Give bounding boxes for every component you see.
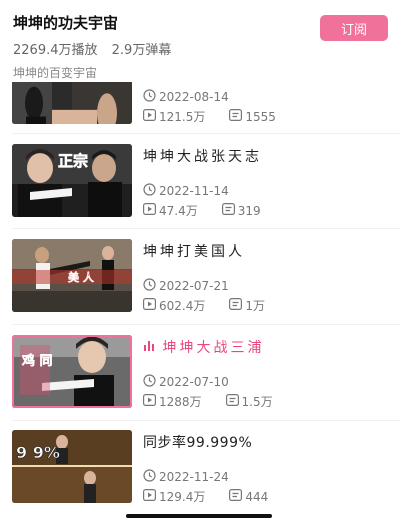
comment-count: 319 bbox=[237, 203, 261, 218]
comment-count: 1万 bbox=[245, 299, 265, 313]
divider bbox=[12, 133, 400, 134]
clock-icon bbox=[143, 278, 156, 294]
total-plays: 2269.4万播放 bbox=[13, 43, 98, 58]
thumbnail-image bbox=[12, 80, 132, 124]
comment-icon bbox=[229, 298, 243, 313]
collection-stats: 2269.4万播放 2.9万弹幕 bbox=[13, 39, 171, 58]
video-date-row: 2022-11-24 bbox=[143, 469, 229, 485]
comment-icon bbox=[229, 109, 243, 124]
clock-icon bbox=[143, 89, 156, 105]
comment-icon bbox=[225, 394, 239, 409]
collection-title: 坤坤的功夫宇宙 bbox=[13, 14, 119, 32]
video-title[interactable]: 坤坤大战张天志 bbox=[143, 146, 262, 166]
list-item[interactable]: 正宗 坤坤大战张天志 2022-11-14 47.4万 319 bbox=[0, 143, 400, 237]
comment-icon bbox=[229, 489, 243, 504]
play-count: 1288万 bbox=[159, 395, 202, 409]
video-date: 2022-11-14 bbox=[159, 184, 229, 198]
now-playing-icon bbox=[143, 340, 155, 356]
play-count: 602.4万 bbox=[159, 299, 206, 313]
list-item-playing[interactable]: 鸡 同 坤坤大战三浦 2022-07-10 1288万 1.5万 bbox=[0, 334, 400, 428]
thumbnail-image: 鸡 同 bbox=[12, 335, 132, 408]
video-title: 坤坤大战三浦 bbox=[162, 340, 265, 356]
play-count-icon bbox=[143, 298, 157, 313]
comment-count: 1555 bbox=[245, 109, 276, 124]
subscribe-button[interactable]: 订阅 bbox=[320, 15, 388, 41]
comment-icon bbox=[221, 203, 235, 218]
home-indicator[interactable] bbox=[126, 514, 272, 518]
thumbnail-image: 美 人 bbox=[12, 239, 132, 312]
video-date: 2022-07-10 bbox=[159, 375, 229, 389]
thumbnail-overlay-text: 正宗 bbox=[58, 152, 88, 170]
video-thumbnail[interactable]: 正宗 bbox=[12, 144, 132, 217]
play-count: 129.4万 bbox=[159, 490, 206, 504]
thumbnail-overlay-text: 9 9% bbox=[16, 443, 60, 462]
video-date-row: 2022-11-14 bbox=[143, 183, 229, 199]
video-date-row: 2022-07-10 bbox=[143, 374, 229, 390]
divider bbox=[12, 420, 400, 421]
thumbnail-overlay-text: 美 人 bbox=[68, 270, 95, 284]
video-date-row: 2022-07-21 bbox=[143, 278, 229, 294]
video-stats-row: 121.5万 1555 bbox=[143, 108, 276, 125]
total-danmaku: 2.9万弹幕 bbox=[111, 43, 172, 58]
play-count: 121.5万 bbox=[159, 110, 206, 124]
video-date: 2022-11-24 bbox=[159, 470, 229, 484]
video-date: 2022-07-21 bbox=[159, 279, 229, 293]
video-date: 2022-08-14 bbox=[159, 90, 229, 104]
video-date-row: 2022-08-14 bbox=[143, 89, 229, 105]
video-thumbnail[interactable]: 9 9% bbox=[12, 430, 132, 503]
video-stats-row: 602.4万 1万 bbox=[143, 297, 265, 314]
collection-description: 坤坤的百变宇宙 bbox=[13, 66, 98, 80]
video-title[interactable]: 坤坤打美国人 bbox=[143, 241, 245, 261]
thumbnail-image: 9 9% bbox=[12, 430, 132, 503]
play-count-icon bbox=[143, 203, 157, 218]
video-thumbnail[interactable]: 鸡 同 bbox=[12, 335, 132, 408]
play-count-icon bbox=[143, 109, 157, 124]
video-title[interactable]: 同步率99.999% bbox=[143, 432, 252, 452]
video-stats-row: 47.4万 319 bbox=[143, 202, 261, 219]
play-count: 47.4万 bbox=[159, 204, 198, 218]
clock-icon bbox=[143, 183, 156, 199]
video-thumbnail[interactable] bbox=[12, 80, 132, 124]
list-item[interactable]: 9 9% 同步率99.999% 2022-11-24 129.4万 444 bbox=[0, 429, 400, 523]
thumbnail-image: 正宗 bbox=[12, 144, 132, 217]
video-stats-row: 129.4万 444 bbox=[143, 488, 268, 505]
video-thumbnail[interactable]: 美 人 bbox=[12, 239, 132, 312]
divider bbox=[12, 228, 400, 229]
list-item[interactable]: 美 人 坤坤打美国人 2022-07-21 602.4万 1万 bbox=[0, 238, 400, 332]
thumbnail-overlay-text: 鸡 同 bbox=[21, 353, 53, 369]
divider bbox=[12, 324, 400, 325]
play-count-icon bbox=[143, 489, 157, 504]
comment-count: 1.5万 bbox=[241, 395, 273, 409]
video-stats-row: 1288万 1.5万 bbox=[143, 393, 273, 410]
play-count-icon bbox=[143, 394, 157, 409]
video-title-active[interactable]: 坤坤大战三浦 bbox=[143, 337, 264, 357]
clock-icon bbox=[143, 469, 156, 485]
collection-header: 坤坤的功夫宇宙 2269.4万播放 2.9万弹幕 订阅 坤坤的百变宇宙 bbox=[0, 0, 400, 82]
comment-count: 444 bbox=[245, 489, 269, 504]
clock-icon bbox=[143, 374, 156, 390]
